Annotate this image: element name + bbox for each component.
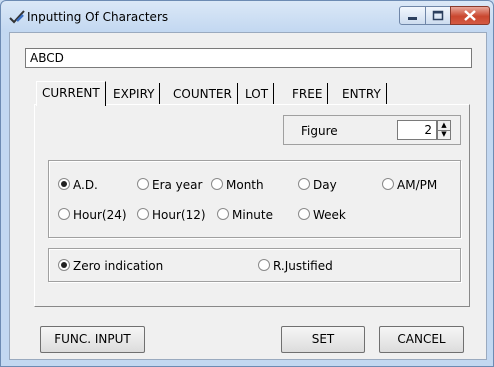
radio-day[interactable]: Day	[298, 178, 337, 192]
character-input[interactable]: ABCD	[25, 48, 472, 68]
minimize-button[interactable]	[399, 6, 426, 25]
figure-label: Figure	[301, 124, 338, 138]
radio-am-pm[interactable]: AM/PM	[382, 178, 437, 192]
close-button[interactable]	[450, 6, 490, 25]
radio-week[interactable]: Week	[298, 208, 346, 222]
radio-ad[interactable]: A.D.	[58, 178, 98, 192]
func-input-button[interactable]: FUNC. INPUT	[40, 326, 145, 353]
radio-r-justified[interactable]: R.Justified	[258, 259, 333, 273]
format-group	[48, 160, 461, 238]
maximize-button[interactable]	[425, 6, 451, 25]
cancel-button[interactable]: CANCEL	[379, 326, 464, 353]
radio-icon	[382, 178, 394, 190]
radio-icon	[217, 208, 229, 220]
radio-month[interactable]: Month	[211, 178, 264, 192]
tab-free[interactable]: FREE	[287, 83, 329, 105]
radio-hour12[interactable]: Hour(12)	[137, 208, 206, 222]
radio-icon	[258, 259, 270, 271]
radio-icon	[211, 178, 223, 190]
radio-icon	[58, 208, 70, 220]
radio-selected-icon	[58, 178, 70, 190]
radio-icon	[298, 208, 310, 220]
tab-lot[interactable]: LOT	[240, 83, 275, 105]
set-button[interactable]: SET	[281, 326, 365, 353]
tab-entry[interactable]: ENTRY	[337, 83, 387, 105]
tab-counter[interactable]: COUNTER	[168, 83, 238, 105]
window-title: Inputting Of Characters	[27, 10, 169, 24]
tab-expiry[interactable]: EXPIRY	[108, 83, 161, 105]
title-bar[interactable]: Inputting Of Characters	[1, 1, 493, 33]
radio-selected-icon	[58, 259, 70, 271]
figure-spinner-buttons: ▲ ▼	[437, 120, 451, 140]
radio-icon	[137, 178, 149, 190]
figure-box: Figure 2 ▲ ▼	[283, 115, 461, 145]
figure-spinner-input[interactable]: 2	[397, 120, 437, 140]
radio-hour24[interactable]: Hour(24)	[58, 208, 127, 222]
radio-era-year[interactable]: Era year	[137, 178, 202, 192]
maximize-icon	[432, 10, 444, 21]
radio-minute[interactable]: Minute	[217, 208, 273, 222]
radio-icon	[137, 208, 149, 220]
close-icon	[464, 10, 476, 21]
tab-current[interactable]: CURRENT	[36, 81, 106, 106]
checkmark-pen-icon	[9, 10, 25, 24]
spin-down-icon[interactable]: ▼	[438, 130, 450, 139]
radio-icon	[298, 178, 310, 190]
radio-zero-indication[interactable]: Zero indication	[58, 259, 163, 273]
minimize-icon	[408, 17, 417, 20]
